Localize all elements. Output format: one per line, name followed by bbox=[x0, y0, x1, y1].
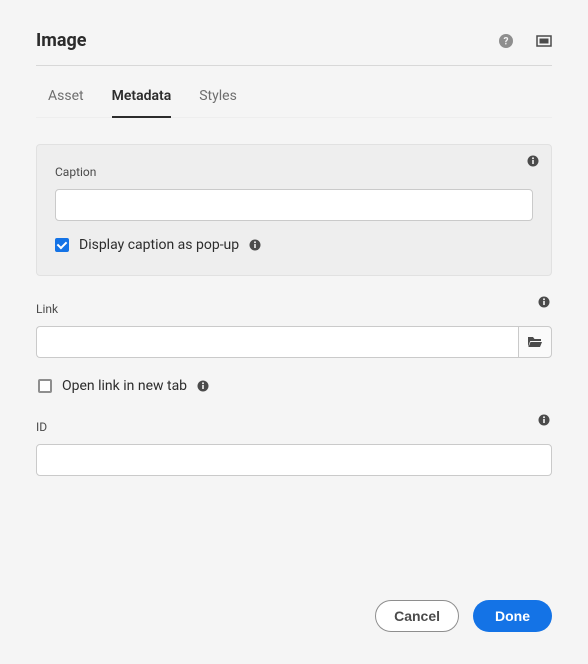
caption-panel: Caption Display caption as pop-up bbox=[36, 144, 552, 276]
link-field: Link bbox=[36, 302, 552, 358]
image-dialog: Image ? Asset Metadata Styles Caption Di… bbox=[0, 0, 588, 664]
fullscreen-icon[interactable] bbox=[536, 33, 552, 49]
id-field: ID bbox=[36, 420, 552, 476]
caption-input[interactable] bbox=[55, 189, 533, 221]
caption-info-icon[interactable] bbox=[527, 155, 539, 167]
display-popup-checkbox[interactable] bbox=[55, 238, 69, 252]
caption-label: Caption bbox=[55, 165, 533, 179]
help-icon[interactable]: ? bbox=[498, 33, 514, 49]
link-label: Link bbox=[36, 302, 552, 316]
open-new-tab-checkbox[interactable] bbox=[38, 379, 52, 393]
link-input-group bbox=[36, 326, 552, 358]
svg-text:?: ? bbox=[504, 36, 509, 47]
display-popup-row: Display caption as pop-up bbox=[55, 237, 533, 253]
cancel-button[interactable]: Cancel bbox=[375, 600, 459, 632]
dialog-header: Image ? bbox=[36, 30, 552, 66]
open-new-tab-label: Open link in new tab bbox=[62, 378, 187, 394]
link-input[interactable] bbox=[36, 326, 518, 358]
folder-open-icon bbox=[527, 334, 543, 350]
link-picker-button[interactable] bbox=[518, 326, 552, 358]
tab-content: Caption Display caption as pop-up Link bbox=[36, 118, 552, 600]
tabs: Asset Metadata Styles bbox=[36, 66, 552, 118]
dialog-footer: Cancel Done bbox=[36, 600, 552, 644]
header-actions: ? bbox=[498, 33, 552, 49]
open-new-tab-info-icon[interactable] bbox=[197, 380, 209, 392]
link-info-icon[interactable] bbox=[538, 296, 550, 308]
open-new-tab-row: Open link in new tab bbox=[36, 378, 552, 394]
tab-metadata[interactable]: Metadata bbox=[112, 88, 172, 118]
display-popup-info-icon[interactable] bbox=[249, 239, 261, 251]
done-button[interactable]: Done bbox=[473, 600, 552, 632]
tab-asset[interactable]: Asset bbox=[48, 88, 84, 118]
tab-styles[interactable]: Styles bbox=[199, 88, 237, 118]
id-label: ID bbox=[36, 420, 552, 434]
id-info-icon[interactable] bbox=[538, 414, 550, 426]
dialog-title: Image bbox=[36, 30, 87, 51]
id-input[interactable] bbox=[36, 444, 552, 476]
display-popup-label: Display caption as pop-up bbox=[79, 237, 239, 253]
